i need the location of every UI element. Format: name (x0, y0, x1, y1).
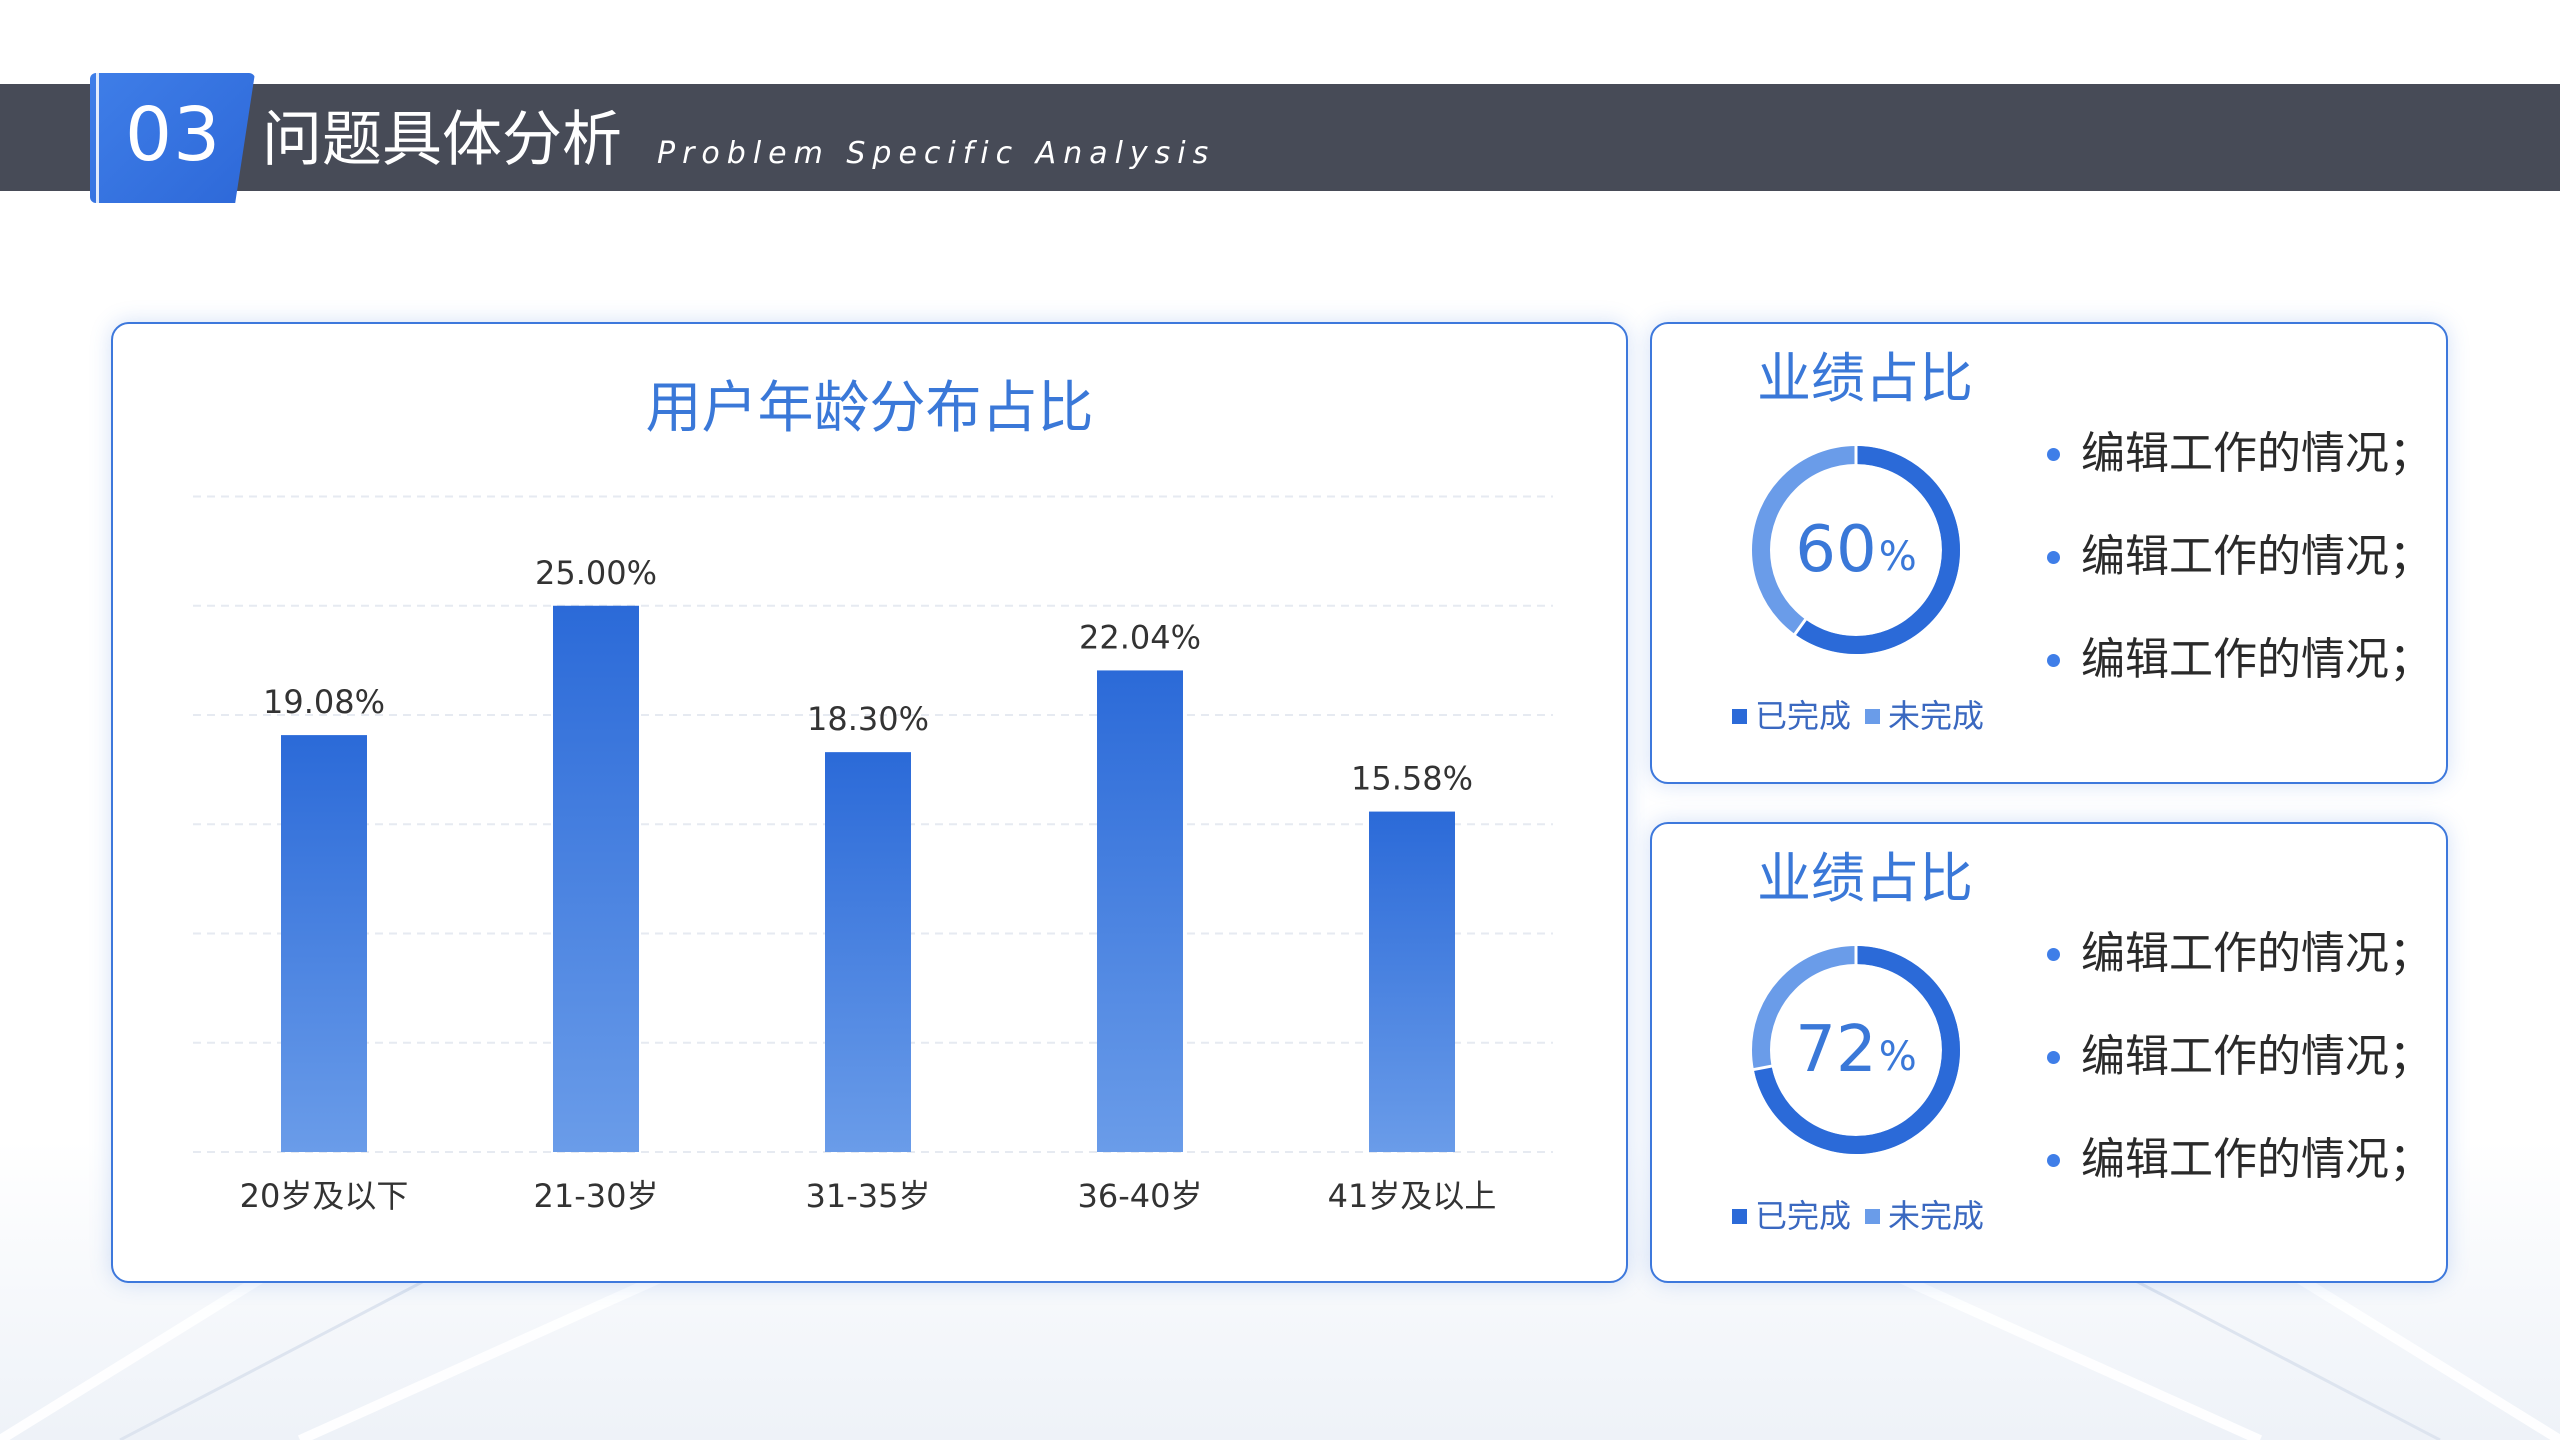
legend-label-remaining: 未完成 (1888, 1197, 1985, 1235)
bullet-text: 编辑工作的情况； (2081, 928, 2433, 979)
bar-value-label: 15.58% (1351, 760, 1473, 798)
bar-value-label: 18.30% (807, 700, 929, 738)
bullet-text: 编辑工作的情况； (2081, 634, 2433, 685)
legend-swatch-remaining (1865, 708, 1881, 724)
bar (1097, 670, 1183, 1152)
bullet-text: 编辑工作的情况； (2081, 1134, 2433, 1185)
bar (281, 735, 367, 1152)
legend-label-completed: 已完成 (1755, 697, 1852, 735)
bullet-item: 编辑工作的情况； (2047, 630, 2433, 733)
category-label: 41岁及以上 (1328, 1177, 1497, 1215)
bullet-list: 编辑工作的情况； 编辑工作的情况； 编辑工作的情况； (2047, 924, 2433, 1233)
age-distribution-card: 用户年龄分布占比 19.08% 25.00% 18.30% 22.04% 15.58% … (111, 322, 1628, 1283)
category-label: 20岁及以下 (240, 1177, 409, 1215)
bullet-text: 编辑工作的情况； (2081, 1031, 2433, 1082)
section-title: 问题具体分析 (262, 105, 622, 175)
section-subtitle: Problem Specific Analysis (657, 136, 1216, 171)
donut-legend: 已完成 未完成 (1732, 696, 1984, 736)
bullet-dot (2047, 1154, 2060, 1167)
bar-value-label: 22.04% (1079, 618, 1201, 656)
donut-value: 72 (1795, 1013, 1877, 1087)
legend-swatch-completed (1732, 1208, 1747, 1224)
performance-card-1: 业绩占比 60% 已完成 未完成 编辑工作的情况； 编辑工作的情况； 编辑工作的… (1650, 322, 2448, 784)
bullet-dot (2047, 948, 2060, 961)
section-number: 03 (125, 92, 222, 178)
category-label: 36-40岁 (1078, 1177, 1203, 1215)
bullet-item: 编辑工作的情况； (2047, 924, 2433, 1027)
bar (825, 752, 911, 1152)
legend-completed: 已完成 (1732, 1196, 1851, 1236)
legend-swatch-remaining (1865, 1208, 1881, 1224)
donut-unit: % (1878, 534, 1917, 580)
donut-center-label: 60% (1750, 444, 1962, 656)
donut-legend: 已完成 未完成 (1732, 1196, 1984, 1236)
donut-center-label: 72% (1750, 944, 1962, 1156)
legend-label-remaining: 未完成 (1888, 697, 1985, 735)
donut-value: 60 (1795, 513, 1877, 587)
bullet-text: 编辑工作的情况； (2081, 531, 2433, 582)
bullet-dot (2047, 551, 2060, 564)
legend-swatch-completed (1732, 708, 1747, 724)
bullet-dot (2047, 654, 2060, 667)
bullet-text: 编辑工作的情况； (2081, 428, 2433, 479)
bar-chart: 19.08% 25.00% 18.30% 22.04% 15.58% 20岁及以下 21-… (193, 495, 1553, 1215)
bar (553, 605, 639, 1152)
bullet-item: 编辑工作的情况； (2047, 424, 2433, 527)
legend-completed: 已完成 (1732, 696, 1851, 736)
bullet-dot (2047, 448, 2060, 461)
bullet-item: 编辑工作的情况； (2047, 527, 2433, 630)
performance-title: 业绩占比 (1757, 847, 1973, 910)
legend-remaining: 未完成 (1865, 696, 1984, 736)
bullet-item: 编辑工作的情况； (2047, 1130, 2433, 1233)
performance-card-2: 业绩占比 72% 已完成 未完成 编辑工作的情况； 编辑工作的情况； 编辑工作的… (1650, 822, 2448, 1283)
bar (1369, 811, 1455, 1152)
category-label: 31-35岁 (806, 1177, 931, 1215)
donut-unit: % (1878, 1034, 1917, 1080)
performance-title: 业绩占比 (1757, 347, 1973, 410)
legend-remaining: 未完成 (1865, 1196, 1984, 1236)
bullet-list: 编辑工作的情况； 编辑工作的情况； 编辑工作的情况； (2047, 424, 2433, 733)
bullet-item: 编辑工作的情况； (2047, 1027, 2433, 1130)
legend-label-completed: 已完成 (1755, 1197, 1852, 1235)
bullet-dot (2047, 1051, 2060, 1064)
category-label: 21-30岁 (534, 1177, 659, 1215)
bar-value-label: 19.08% (263, 683, 385, 721)
bar-value-label: 25.00% (535, 554, 657, 592)
